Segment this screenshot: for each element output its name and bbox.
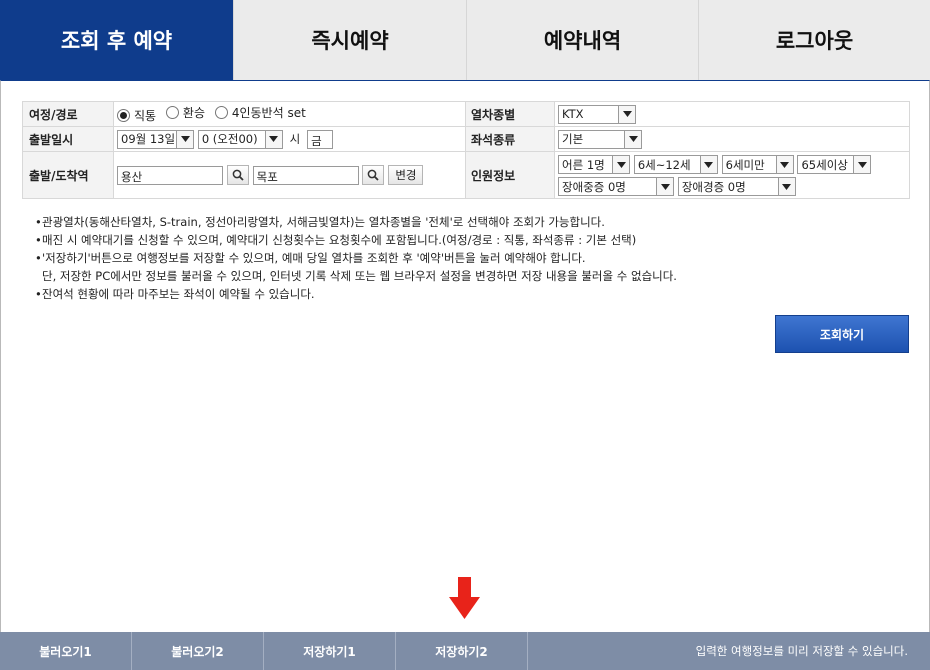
departure-station-input[interactable]: 용산 (117, 165, 223, 185)
dropdown-arrow-icon (618, 105, 635, 123)
notice-item: •매진 시 예약대기를 신청할 수 있으며, 예약대기 신청횟수는 요청횟수에 … (35, 233, 637, 247)
search-arrival-button[interactable] (362, 165, 385, 185)
radio-unchecked-icon (165, 106, 179, 119)
dropdown-arrow-icon (699, 156, 717, 173)
dropdown-arrow-icon (176, 130, 193, 148)
radio-unchecked-icon (214, 106, 228, 119)
tab-logout[interactable]: 로그아웃 (698, 0, 930, 80)
dropdown-arrow-icon (612, 156, 629, 173)
route-group4-radio[interactable]: 4인동반석 set (214, 104, 306, 121)
bottom-bar: 불러오기1 불러오기2 저장하기1 저장하기2 입력한 여행정보를 미리 저장할… (0, 632, 930, 670)
down-arrow-icon (449, 577, 480, 619)
dropdown-arrow-icon (777, 178, 795, 195)
dropdown-arrow-icon (264, 130, 282, 148)
magnifier-icon (232, 169, 244, 181)
infant-select[interactable]: 6세미만 (721, 155, 794, 174)
route-transfer-radio[interactable]: 환승 (165, 104, 205, 121)
seat-type-select[interactable]: 기본 (558, 129, 642, 149)
dropdown-arrow-icon (775, 156, 793, 173)
departure-date-cell: 09월 13일 0 (오전00) 시 금 (113, 126, 466, 152)
weekday-field: 금 (307, 129, 334, 149)
train-type-label: 열차종별 (465, 101, 555, 127)
disabled-mild-select[interactable]: 장애경증 0명 (677, 177, 796, 196)
date-select[interactable]: 09월 13일 (117, 129, 194, 149)
save-hint-text: 입력한 여행정보를 미리 저장할 수 있습니다. (695, 644, 908, 658)
stations-cell: 용산 목포 변경 (113, 151, 466, 199)
search-form: 여정/경로 직통 환승 4인동반석 set 열차종별 KTX 출발일시 09월 … (22, 101, 910, 199)
route-options: 직통 환승 4인동반석 set (113, 101, 466, 127)
route-direct-radio[interactable]: 직통 (117, 107, 156, 124)
search-button[interactable]: 조회하기 (775, 315, 909, 353)
notice-item: •잔여석 현황에 따라 마주보는 좌석이 예약될 수 있습니다. (35, 287, 315, 301)
seat-type-label: 좌석종류 (465, 126, 555, 152)
tab-inquiry-reserve[interactable]: 조회 후 예약 (0, 0, 233, 80)
hour-select[interactable]: 0 (오전00) (197, 129, 283, 149)
magnifier-icon (368, 169, 380, 181)
disabled-severe-select[interactable]: 장애중증 0명 (558, 177, 674, 196)
notice-item: •'저장하기'버튼으로 여행정보를 저장할 수 있으며, 예매 당일 열차를 조… (35, 251, 586, 265)
notice-list: •관광열차(동해산타열차, S-train, 정선아리랑열차, 서해금빛열차)는… (35, 213, 677, 303)
dropdown-arrow-icon (853, 156, 871, 173)
save1-button[interactable]: 저장하기1 (264, 632, 396, 670)
load2-button[interactable]: 불러오기2 (132, 632, 264, 670)
dropdown-arrow-icon (624, 130, 641, 148)
adult-select[interactable]: 어른 1명 (558, 155, 630, 174)
tab-instant-reserve[interactable]: 즉시예약 (233, 0, 466, 80)
stations-label: 출발/도착역 (22, 151, 114, 199)
load1-button[interactable]: 불러오기1 (0, 632, 132, 670)
radio-checked-icon (117, 109, 130, 122)
notice-item: •관광열차(동해산타열차, S-train, 정선아리랑열차, 서해금빛열차)는… (35, 215, 605, 229)
search-departure-button[interactable] (226, 165, 249, 185)
main-tabs: 조회 후 예약 즉시예약 예약내역 로그아웃 (0, 0, 930, 80)
passengers-label: 인원정보 (465, 151, 555, 199)
save2-button[interactable]: 저장하기2 (396, 632, 528, 670)
dropdown-arrow-icon (656, 178, 673, 195)
tab-reservation-history[interactable]: 예약내역 (466, 0, 698, 80)
route-label: 여정/경로 (22, 101, 114, 127)
arrival-station-input[interactable]: 목포 (252, 165, 359, 185)
departure-date-label: 출발일시 (22, 126, 114, 152)
train-type-select[interactable]: KTX (558, 104, 636, 124)
swap-stations-button[interactable]: 변경 (388, 165, 424, 185)
seat-type-cell: 기본 (554, 126, 910, 152)
train-type-cell: KTX (554, 101, 910, 127)
passengers-cell: 어른 1명 6세~12세 6세미만 65세이상 장애중증 0명 장애경증 0명 (554, 151, 910, 199)
notice-item: 단, 저장한 PC에서만 정보를 불러올 수 있으며, 인터넷 기록 삭제 또는… (42, 269, 677, 283)
senior-select[interactable]: 65세이상 (797, 155, 872, 174)
child-select[interactable]: 6세~12세 (633, 155, 718, 174)
